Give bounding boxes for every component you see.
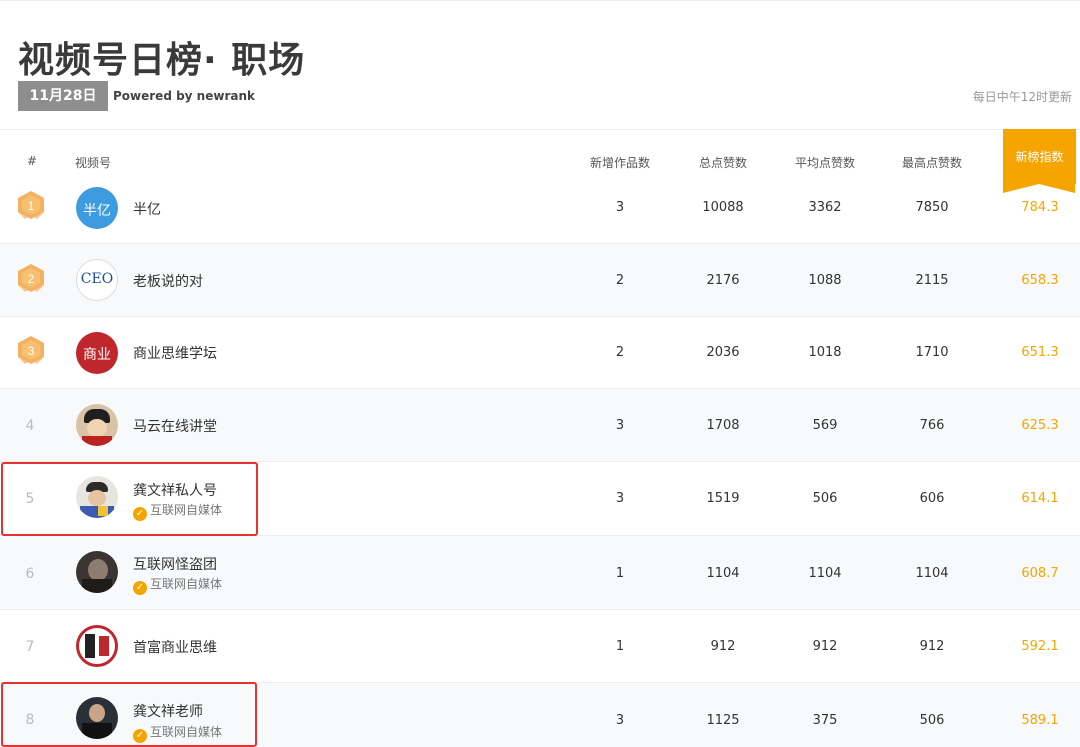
avatar[interactable]: 半亿: [76, 187, 118, 229]
max-likes-value: 606: [919, 491, 945, 506]
account-name[interactable]: 首富商业思维: [133, 637, 217, 657]
new-works-value: 2: [615, 345, 625, 360]
new-works-value: 3: [615, 200, 625, 215]
account-name[interactable]: 商业思维学坛: [133, 343, 217, 363]
avg-likes-value: 1088: [808, 273, 842, 288]
index-value: 651.3: [1021, 345, 1059, 360]
index-value: 658.3: [1021, 273, 1059, 288]
avatar-text: 商业: [83, 347, 111, 363]
avg-likes-value: 1018: [808, 345, 842, 360]
index-value: 625.3: [1021, 418, 1059, 433]
medal-rank-label: 3: [28, 344, 35, 358]
column-header-index-label: 新榜指数: [1015, 150, 1064, 164]
page-title: 视频号日榜· 职场: [18, 40, 306, 81]
table-row[interactable]: 6 互联网怪盗团 ✓ 互联网自媒体 1 1104 1104 1104 608.7: [0, 536, 1080, 610]
max-likes-value: 506: [919, 713, 945, 728]
total-likes-value: 2036: [706, 345, 740, 360]
avatar[interactable]: [76, 551, 118, 593]
max-likes-value: 766: [919, 418, 945, 433]
max-likes-value: 912: [919, 639, 945, 654]
avatar[interactable]: CEO: [76, 259, 118, 301]
verified-check-icon: ✓: [133, 581, 147, 595]
table-row[interactable]: 7 首富商业思维 1 912 912 912 592.1: [0, 610, 1080, 683]
column-header-total-likes[interactable]: 总点赞数: [683, 154, 763, 171]
total-likes-value: 1519: [706, 491, 740, 506]
avatar-text: CEO: [80, 271, 114, 287]
new-works-value: 1: [615, 566, 625, 581]
verified-tag: ✓ 互联网自媒体: [133, 575, 222, 595]
table-row[interactable]: 1 半亿 半亿 3 10088 3362 7850 784.3: [0, 172, 1080, 244]
account-name[interactable]: 老板说的对: [133, 271, 203, 291]
rank-number: 6: [25, 566, 35, 582]
index-value: 608.7: [1021, 566, 1059, 581]
avg-likes-value: 375: [812, 713, 838, 728]
new-works-value: 3: [615, 491, 625, 506]
total-likes-value: 1125: [706, 713, 740, 728]
highlight-box: [1, 462, 258, 536]
avg-likes-value: 506: [812, 491, 838, 506]
column-header-max-likes[interactable]: 最高点赞数: [892, 154, 972, 171]
account-name[interactable]: 马云在线讲堂: [133, 416, 217, 436]
page-header: 视频号日榜· 职场 11月28日 Powered by newrank 每日中午…: [0, 0, 1080, 130]
column-header-new-works[interactable]: 新增作品数: [580, 154, 660, 171]
index-value: 592.1: [1021, 639, 1059, 654]
avatar[interactable]: [76, 404, 118, 446]
index-value: 784.3: [1021, 200, 1059, 215]
medal-rank-label: 2: [28, 272, 35, 286]
update-note: 每日中午12时更新: [972, 90, 1072, 104]
avg-likes-value: 1104: [808, 566, 842, 581]
date-badge: 11月28日: [18, 81, 108, 111]
max-likes-value: 7850: [915, 200, 949, 215]
max-likes-value: 1104: [915, 566, 949, 581]
table-row[interactable]: 2 CEO 老板说的对 2 2176 1088 2115 658.3: [0, 244, 1080, 317]
bronze-medal-icon: 3: [18, 336, 44, 364]
avatar-text: 半亿: [83, 203, 111, 219]
avatar[interactable]: [76, 625, 118, 667]
total-likes-value: 912: [710, 639, 736, 654]
index-value: 589.1: [1021, 713, 1059, 728]
avg-likes-value: 3362: [808, 200, 842, 215]
new-works-value: 3: [615, 418, 625, 433]
max-likes-value: 1710: [915, 345, 949, 360]
total-likes-value: 2176: [706, 273, 740, 288]
total-likes-value: 10088: [702, 200, 744, 215]
avatar[interactable]: 商业: [76, 332, 118, 374]
total-likes-value: 1104: [706, 566, 740, 581]
new-works-value: 1: [615, 639, 625, 654]
avg-likes-value: 912: [812, 639, 838, 654]
powered-by-text: Powered by newrank: [113, 89, 255, 103]
verified-label: 互联网自媒体: [150, 577, 223, 591]
rank-number: 7: [25, 639, 35, 655]
index-value: 614.1: [1021, 491, 1059, 506]
table-row[interactable]: 3 商业 商业思维学坛 2 2036 1018 1710 651.3: [0, 317, 1080, 389]
silver-medal-icon: 2: [18, 264, 44, 292]
avg-likes-value: 569: [812, 418, 838, 433]
table-row[interactable]: 4 马云在线讲堂 3 1708 569 766 625.3: [0, 389, 1080, 462]
column-header-rank: #: [27, 154, 38, 168]
column-header-account[interactable]: 视频号: [75, 154, 111, 171]
account-name[interactable]: 互联网怪盗团: [133, 554, 217, 574]
gold-medal-icon: 1: [18, 191, 44, 219]
rank-number: 4: [25, 418, 35, 434]
medal-rank-label: 1: [28, 199, 35, 213]
total-likes-value: 1708: [706, 418, 740, 433]
new-works-value: 3: [615, 713, 625, 728]
new-works-value: 2: [615, 273, 625, 288]
account-name[interactable]: 半亿: [133, 199, 161, 219]
max-likes-value: 2115: [915, 273, 949, 288]
highlight-box: [1, 682, 257, 747]
column-header-avg-likes[interactable]: 平均点赞数: [785, 154, 865, 171]
